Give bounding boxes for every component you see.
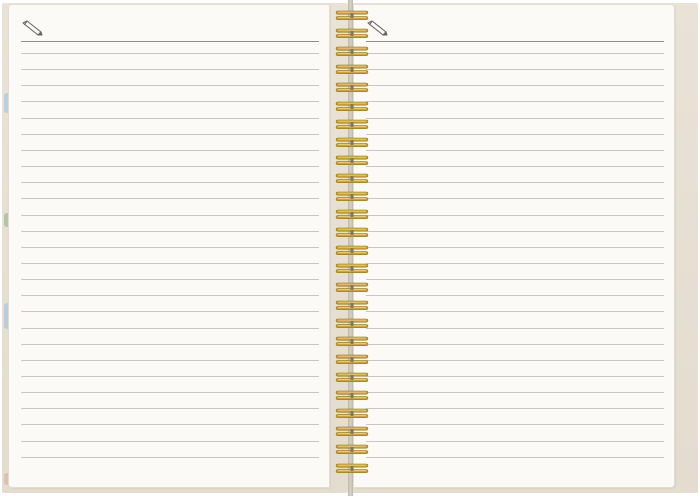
ruled-line [21, 376, 319, 377]
ruled-line [366, 327, 664, 329]
ruled-line [366, 408, 664, 410]
ruled-line [366, 101, 664, 103]
ruled-line [21, 246, 319, 248]
ruled-line [21, 230, 319, 232]
ruled-line [21, 133, 319, 135]
ruled-line [366, 359, 664, 361]
ruled-line [366, 440, 664, 442]
spiral-binding [335, 0, 369, 496]
spiral-ring [335, 65, 369, 75]
ruled-line [366, 53, 664, 54]
spiral-ring [335, 390, 369, 401]
ruled-line [21, 343, 319, 345]
ruled-line [366, 311, 664, 313]
spiral-ring [335, 227, 369, 238]
ruled-line [366, 246, 664, 248]
ruled-line [366, 456, 664, 458]
ruled-line [366, 392, 664, 394]
spiral-ring [335, 28, 369, 39]
ruled-line [366, 182, 664, 184]
spiral-ring [335, 173, 369, 183]
ruled-line [21, 456, 319, 458]
right-page[interactable] [354, 5, 674, 487]
left-page[interactable] [9, 5, 329, 487]
ruled-line [21, 117, 319, 119]
ruled-line [21, 424, 319, 426]
ruled-line [21, 182, 319, 184]
ruled-line [366, 230, 664, 232]
spiral-ring [335, 354, 369, 364]
spiral-ring [335, 10, 369, 20]
ruled-line [366, 198, 664, 200]
ruled-line [21, 85, 319, 87]
ruled-line [366, 376, 664, 377]
spiral-ring [335, 445, 369, 455]
spiral-ring [335, 246, 369, 256]
ruled-line [21, 327, 319, 329]
spiral-ring [335, 408, 369, 419]
ruled-line [366, 69, 664, 71]
spiral-ring [335, 137, 369, 147]
ruled-line [21, 392, 319, 394]
ruled-line [366, 424, 664, 426]
ruled-line [21, 53, 319, 54]
ruled-line [21, 408, 319, 410]
ruled-line [366, 149, 664, 151]
ruled-line [21, 166, 319, 168]
spiral-ring [335, 463, 369, 473]
spiral-ring [335, 300, 369, 310]
spiral-ring [335, 119, 369, 129]
ruled-line [21, 295, 319, 297]
ruled-line [366, 279, 664, 281]
ruled-line [366, 214, 664, 216]
ruled-line [21, 69, 319, 71]
ruled-line [21, 149, 319, 151]
ruled-line [366, 133, 664, 135]
left-page-header [21, 19, 319, 42]
ruled-line [21, 440, 319, 442]
spiral-ring [335, 101, 369, 111]
ruled-line [366, 295, 664, 297]
spiral-ring [335, 191, 369, 201]
spiral-ring [335, 336, 369, 346]
ruled-line [21, 279, 319, 281]
ruled-line [366, 262, 664, 264]
spiral-ring [335, 83, 369, 93]
spiral-ring [335, 427, 369, 437]
ruled-line [21, 101, 319, 103]
spiral-ring [335, 46, 369, 57]
ruled-line [21, 262, 319, 264]
notebook-spread [0, 0, 700, 496]
pencil-icon [22, 20, 43, 36]
ruled-line [21, 214, 319, 216]
spiral-ring [335, 264, 369, 274]
ruled-line [366, 117, 664, 119]
spiral-ring [335, 318, 369, 328]
spiral-ring [335, 209, 369, 220]
ruled-line [21, 198, 319, 200]
pencil-icon [367, 20, 388, 36]
right-page-header [366, 19, 664, 42]
ruled-line [21, 359, 319, 361]
ruled-line [21, 311, 319, 313]
spiral-ring [335, 282, 369, 292]
ruled-line [366, 343, 664, 345]
spiral-ring [335, 155, 369, 165]
ruled-line [366, 85, 664, 87]
ruled-line [366, 166, 664, 168]
spiral-ring [335, 372, 369, 382]
